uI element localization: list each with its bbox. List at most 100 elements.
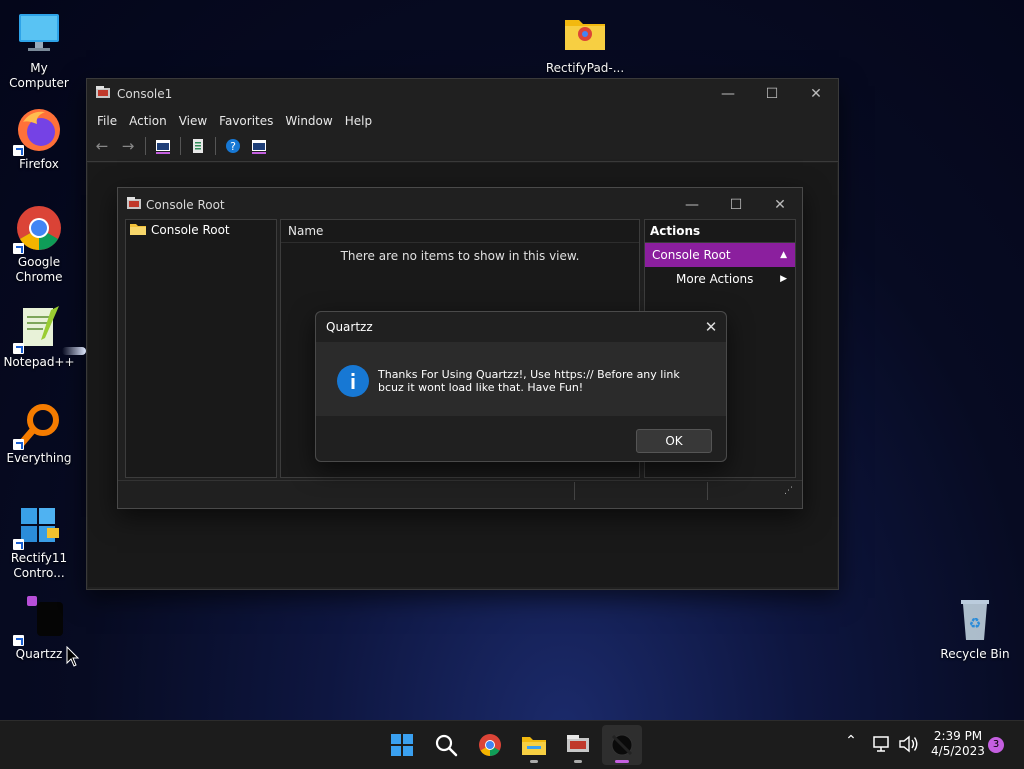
mmc-app-icon bbox=[567, 735, 589, 752]
help-icon[interactable]: ? bbox=[224, 137, 242, 155]
mmc-app-icon bbox=[95, 85, 111, 104]
console-root-titlebar[interactable]: Console Root — ☐ ✕ bbox=[118, 188, 802, 222]
minimize-button[interactable]: — bbox=[706, 80, 750, 108]
search-button[interactable] bbox=[426, 725, 466, 765]
show-hide-tree-icon[interactable] bbox=[154, 137, 172, 155]
empty-view-message: There are no items to show in this view. bbox=[340, 249, 580, 263]
back-arrow-icon[interactable]: ← bbox=[93, 137, 111, 155]
tree-item-console-root[interactable]: Console Root bbox=[126, 220, 276, 240]
toolbar-separator bbox=[180, 137, 181, 155]
checkbox-icon bbox=[27, 596, 37, 606]
clock[interactable]: 2:39 PM 4/5/2023 bbox=[928, 729, 988, 759]
desktop-icon-recycle-bin[interactable]: ♻ Recycle Bin bbox=[937, 596, 1013, 662]
close-icon[interactable]: ✕ bbox=[696, 318, 726, 336]
desktop-icon-label: Firefox bbox=[19, 157, 59, 171]
dialog-titlebar[interactable]: Quartzz ✕ bbox=[316, 312, 726, 342]
desktop-icon-label: Google Chrome bbox=[15, 255, 63, 284]
mmc-app-icon bbox=[126, 196, 142, 215]
column-header-name[interactable]: Name bbox=[281, 220, 639, 243]
close-button[interactable]: ✕ bbox=[794, 80, 838, 108]
toolbar-separator bbox=[145, 137, 146, 155]
minimize-button[interactable]: — bbox=[670, 191, 714, 219]
search-icon bbox=[435, 734, 458, 757]
taskbar-chrome[interactable] bbox=[470, 725, 510, 765]
resize-grip-icon[interactable]: ⋰ bbox=[784, 487, 794, 497]
notification-badge[interactable]: 3 bbox=[988, 737, 1004, 753]
taskbar-quartzz[interactable] bbox=[602, 725, 642, 765]
menu-bar: File Action View Favorites Window Help bbox=[87, 109, 838, 133]
desktop-icon-firefox[interactable]: Firefox bbox=[1, 106, 77, 172]
dialog-title: Quartzz bbox=[326, 320, 373, 334]
shortcut-arrow-icon bbox=[13, 539, 24, 550]
menu-help[interactable]: Help bbox=[339, 114, 378, 128]
menu-view[interactable]: View bbox=[173, 114, 213, 128]
light-streak bbox=[62, 347, 86, 355]
maximize-button[interactable]: ☐ bbox=[714, 191, 758, 219]
desktop-icon-label: Everything bbox=[6, 451, 72, 465]
forward-arrow-icon[interactable]: → bbox=[119, 137, 137, 155]
status-bar: ⋰ bbox=[118, 480, 802, 507]
network-icon[interactable] bbox=[872, 734, 892, 757]
quartzz-app-icon bbox=[13, 596, 63, 646]
more-actions-item[interactable]: More Actions ▶ bbox=[645, 267, 795, 291]
notepad-plus-plus-icon bbox=[13, 304, 63, 354]
firefox-icon bbox=[13, 106, 63, 156]
quartzz-message-dialog[interactable]: Quartzz ✕ Thanks For Using Quartzz!, Use… bbox=[315, 311, 727, 462]
taskbar-file-explorer[interactable] bbox=[514, 725, 554, 765]
taskbar: ⌃ 2:39 PM 4/5/2023 3 bbox=[0, 720, 1024, 769]
desktop-icon-label: RectifyPad-... bbox=[545, 61, 625, 75]
quartzz-app-icon bbox=[611, 734, 633, 756]
actions-header: Actions bbox=[645, 220, 795, 243]
menu-favorites[interactable]: Favorites bbox=[213, 114, 279, 128]
shortcut-arrow-icon bbox=[13, 243, 24, 254]
submenu-arrow-icon: ▶ bbox=[780, 274, 787, 284]
desktop-icon-everything[interactable]: Everything bbox=[1, 400, 77, 466]
desktop-icon-notepad-plus-plus[interactable]: Notepad++ bbox=[1, 304, 77, 370]
taskbar-mmc[interactable] bbox=[558, 725, 598, 765]
show-hide-action-pane-icon[interactable] bbox=[250, 137, 268, 155]
clock-date: 4/5/2023 bbox=[931, 744, 985, 758]
info-icon bbox=[337, 365, 369, 397]
folder-icon bbox=[129, 222, 147, 239]
collapse-up-icon[interactable]: ▲ bbox=[780, 243, 787, 267]
actions-section-label: Console Root bbox=[652, 248, 731, 262]
desktop-icon-rectify11-control[interactable]: Rectify11 Contro... bbox=[1, 500, 77, 581]
active-indicator bbox=[615, 760, 629, 763]
dialog-message: Thanks For Using Quartzz!, Use https:// … bbox=[378, 368, 680, 394]
mouse-cursor-icon bbox=[66, 645, 80, 671]
toolbar-separator bbox=[215, 137, 216, 155]
start-button[interactable] bbox=[382, 725, 422, 765]
desktop-icon-rectifypad[interactable]: RectifyPad-... bbox=[546, 10, 624, 76]
desktop-icon-label: Notepad++ bbox=[3, 355, 75, 369]
window-title: Console1 bbox=[117, 87, 173, 101]
desktop-icon-label: Rectify11 Contro... bbox=[10, 551, 68, 580]
actions-section-console-root[interactable]: Console Root ▲ bbox=[645, 243, 795, 267]
volume-icon[interactable] bbox=[898, 734, 920, 757]
more-actions-label: More Actions bbox=[676, 272, 754, 286]
svg-text:♻: ♻ bbox=[969, 616, 982, 632]
window-title: Console Root bbox=[146, 198, 225, 212]
ok-button[interactable]: OK bbox=[636, 429, 712, 453]
console1-titlebar[interactable]: Console1 — ☐ ✕ bbox=[87, 79, 838, 109]
chrome-icon bbox=[479, 734, 501, 756]
toolbar: ← → ? bbox=[87, 133, 838, 159]
export-list-icon[interactable] bbox=[189, 137, 207, 155]
close-button[interactable]: ✕ bbox=[758, 191, 802, 219]
magnifier-icon bbox=[13, 400, 63, 450]
shortcut-arrow-icon bbox=[13, 439, 24, 450]
folder-icon bbox=[522, 737, 546, 755]
shortcut-arrow-icon bbox=[13, 635, 24, 646]
maximize-button[interactable]: ☐ bbox=[750, 80, 794, 108]
monitor-icon bbox=[15, 10, 63, 58]
menu-window[interactable]: Window bbox=[279, 114, 338, 128]
clock-time: 2:39 PM bbox=[933, 729, 983, 743]
desktop-icon-my-computer[interactable]: My Computer bbox=[1, 10, 77, 91]
folder-chrome-icon bbox=[561, 10, 609, 58]
running-indicator bbox=[574, 760, 582, 763]
svg-text:?: ? bbox=[230, 140, 236, 153]
desktop-icon-google-chrome[interactable]: Google Chrome bbox=[1, 204, 77, 285]
shortcut-arrow-icon bbox=[13, 343, 24, 354]
show-hidden-icons-chevron-up-icon[interactable]: ⌃ bbox=[840, 733, 862, 757]
menu-action[interactable]: Action bbox=[123, 114, 173, 128]
menu-file[interactable]: File bbox=[91, 114, 123, 128]
